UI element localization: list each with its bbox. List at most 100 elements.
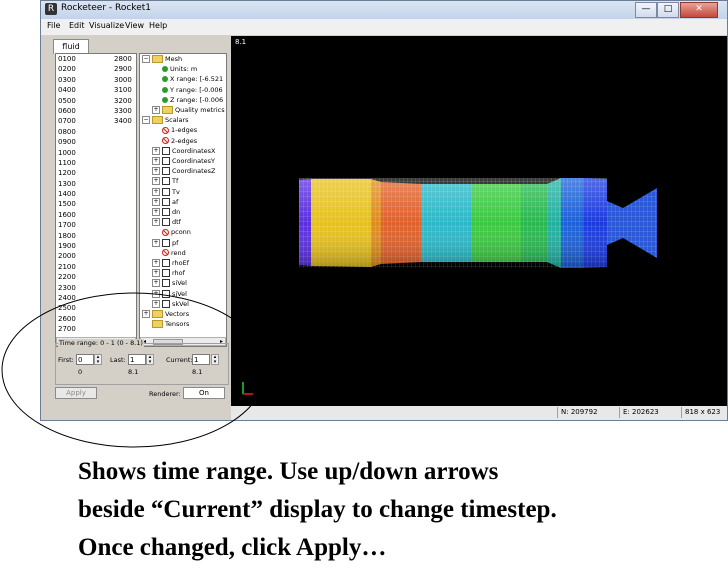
tree-item[interactable]: − Mesh <box>142 54 182 64</box>
last-stepper[interactable]: ▴ ▾ <box>146 354 154 365</box>
list-item[interactable]: 2300 <box>56 283 136 293</box>
tree-item[interactable]: rend <box>152 248 186 258</box>
tree-item[interactable]: 2-edges <box>152 136 197 146</box>
tree-expander-icon[interactable]: + <box>152 208 160 216</box>
tree-expander-icon[interactable]: + <box>152 218 160 227</box>
list-item[interactable]: 1300 <box>56 179 136 189</box>
render-viewport[interactable]: 8.1 <box>231 36 727 406</box>
tree-item[interactable]: + Vectors <box>142 309 189 319</box>
menu-visualize[interactable]: Visualize <box>89 21 124 30</box>
list-item[interactable]: 0100 2800 <box>56 54 136 64</box>
tree-expander-icon[interactable]: + <box>152 106 160 114</box>
tree-item[interactable]: Tensors <box>142 319 189 329</box>
tree-item[interactable]: + CoordinatesZ <box>152 166 215 176</box>
last-input[interactable]: 1 <box>128 354 146 365</box>
tree-item[interactable]: + Tv <box>152 187 180 197</box>
checkbox-icon[interactable] <box>162 299 170 308</box>
list-item[interactable]: 1000 <box>56 148 136 158</box>
tree-item[interactable]: + skVel <box>152 299 189 309</box>
tree-item[interactable]: + sjVel <box>152 289 187 299</box>
list-item[interactable]: 1900 <box>56 241 136 251</box>
list-item[interactable]: 0600 3300 <box>56 106 136 116</box>
checkbox-icon[interactable] <box>162 157 170 165</box>
dataset-tree[interactable]: − Mesh Units: mX range: [-6.521 Y range: [-… <box>139 53 227 347</box>
menu-help[interactable]: Help <box>149 21 167 30</box>
tree-item[interactable]: − Scalars <box>142 115 189 125</box>
list-item[interactable]: 2400 <box>56 293 136 303</box>
apply-button[interactable]: Apply <box>55 387 97 399</box>
list-item[interactable]: 0800 <box>56 127 136 137</box>
menu-edit[interactable]: Edit <box>69 21 85 30</box>
tree-item[interactable]: + dn <box>152 207 180 217</box>
list-item[interactable]: 0300 3000 <box>56 75 136 85</box>
list-item[interactable]: 1200 <box>56 168 136 178</box>
tree-expander-icon[interactable]: + <box>152 146 160 155</box>
checkbox-icon[interactable] <box>162 167 170 176</box>
list-item[interactable]: 0900 <box>56 137 136 147</box>
tree-item[interactable]: pconn <box>152 227 191 237</box>
tree-expander-icon[interactable]: + <box>152 157 160 165</box>
tree-expander-icon[interactable]: + <box>152 167 160 176</box>
tree-item[interactable]: Units: m <box>152 64 197 74</box>
tree-item[interactable]: + CoordinatesX <box>152 146 215 156</box>
checkbox-icon[interactable] <box>162 259 170 267</box>
list-item[interactable]: 1700 <box>56 220 136 230</box>
tree-expander-icon[interactable]: + <box>142 310 150 318</box>
first-stepper[interactable]: ▴ ▾ <box>94 354 102 365</box>
list-item[interactable]: 2500 <box>56 303 136 313</box>
tree-expander-icon[interactable]: + <box>152 299 160 308</box>
tree-expander-icon[interactable]: + <box>152 177 160 186</box>
checkbox-icon[interactable] <box>162 187 170 196</box>
minimize-button[interactable]: — <box>635 2 657 18</box>
tree-expander-icon[interactable]: + <box>152 269 160 278</box>
list-item[interactable]: 0200 2900 <box>56 64 136 74</box>
first-input[interactable]: 0 <box>76 354 94 365</box>
tree-item[interactable]: X range: [-6.521 <box>152 74 223 84</box>
list-item[interactable]: 2600 <box>56 314 136 324</box>
tree-item[interactable]: + rhof <box>152 268 185 278</box>
menu-view[interactable]: View <box>125 21 144 30</box>
checkbox-icon[interactable] <box>162 146 170 155</box>
list-item[interactable]: 0700 3400 <box>56 116 136 126</box>
tree-item[interactable]: + Tf <box>152 176 178 186</box>
tree-item[interactable]: + siVel <box>152 278 187 288</box>
list-item[interactable]: 1600 <box>56 210 136 220</box>
renderer-toggle[interactable]: On <box>183 387 225 399</box>
checkbox-icon[interactable] <box>162 238 170 247</box>
list-item[interactable]: 0400 3100 <box>56 85 136 95</box>
tab-fluid[interactable]: fluid <box>53 39 89 54</box>
timestep-list[interactable]: 0100 2800 0200 2900 0300 3000 0400 3100 0500 3200… <box>55 53 137 347</box>
tree-item[interactable]: 1-edges <box>152 125 197 135</box>
maximize-button[interactable]: □ <box>657 2 679 18</box>
tree-item[interactable]: + pf <box>152 238 178 248</box>
tree-expander-icon[interactable]: + <box>152 238 160 247</box>
checkbox-icon[interactable] <box>162 197 170 206</box>
tree-expander-icon[interactable]: + <box>152 279 160 288</box>
checkbox-icon[interactable] <box>162 269 170 278</box>
tree-item[interactable]: + Quality metrics <box>152 105 225 115</box>
list-item[interactable]: 1100 <box>56 158 136 168</box>
checkbox-icon[interactable] <box>162 208 170 216</box>
current-stepper[interactable]: ▴ ▾ <box>211 354 219 365</box>
list-item[interactable]: 1800 <box>56 231 136 241</box>
list-item[interactable]: 1400 <box>56 189 136 199</box>
checkbox-icon[interactable] <box>162 289 170 298</box>
current-input[interactable]: 1 <box>192 354 210 365</box>
checkbox-icon[interactable] <box>162 279 170 288</box>
tree-item[interactable]: Z range: [-0.006 <box>152 95 223 105</box>
list-item[interactable]: 1500 <box>56 199 136 209</box>
list-item[interactable]: 2100 <box>56 262 136 272</box>
tree-expander-icon[interactable]: + <box>152 289 160 298</box>
close-button[interactable]: ✕ <box>680 2 718 18</box>
tree-item[interactable]: + dtf <box>152 217 181 227</box>
tree-expander-icon[interactable]: + <box>152 187 160 196</box>
tree-expander-icon[interactable]: + <box>152 197 160 206</box>
tree-item[interactable]: + af <box>152 197 178 207</box>
checkbox-icon[interactable] <box>162 218 170 227</box>
tree-item[interactable]: Y range: [-0.006 <box>152 85 223 95</box>
tree-item[interactable]: + rhoEf <box>152 258 189 268</box>
list-item[interactable]: 0500 3200 <box>56 96 136 106</box>
tree-expander-icon[interactable]: + <box>152 259 160 267</box>
checkbox-icon[interactable] <box>162 177 170 186</box>
tree-expander-icon[interactable]: − <box>142 116 150 125</box>
